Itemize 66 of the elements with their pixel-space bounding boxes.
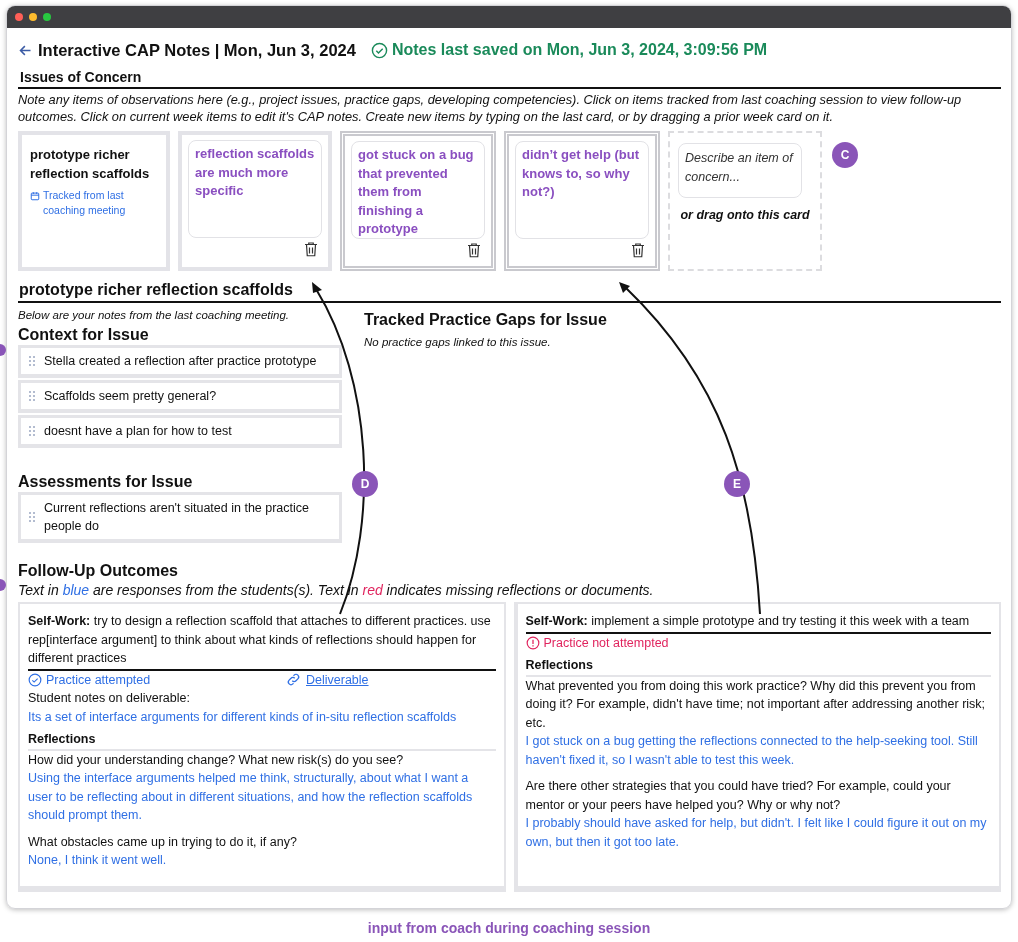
practice-text: Self-Work: implement a simple prototype and try testing it this week with a team bbox=[525, 612, 991, 634]
reflection-question: Are there other strategies that you could have tried? For example, could your mentor or your peers have helped you? Why or why not? bbox=[525, 778, 952, 814]
student-answer: I probably should have asked for help, but didn't. I felt like I could figure it out on my own, but then it got too late. bbox=[525, 815, 988, 851]
student-answer: I got stuck on a bug getting the reflections connected to the help-seeking tool. Still haven't fixed it, so I wasn't able to test this week. bbox=[525, 733, 979, 769]
section-heading: Context for Issue bbox=[18, 326, 150, 344]
save-status: Notes last saved on Mon, Jun 3, 2024, 3:09:56 PM bbox=[391, 41, 768, 59]
note-item[interactable]: Scaffolds seem pretty general? bbox=[18, 380, 342, 413]
note-text: Scaffolds seem pretty general? bbox=[44, 388, 217, 405]
issue-text: reflection scaffolds are much more specific bbox=[188, 140, 322, 238]
issue-card[interactable]: got stuck on a bug that prevented them from finishing a prototype bbox=[340, 131, 496, 271]
note-text: Stella created a reflection after practice prototype bbox=[44, 353, 317, 370]
drag-handle-icon bbox=[26, 509, 38, 525]
note-item[interactable]: doesnt have a plan for how to test bbox=[18, 415, 342, 448]
check-circle-icon bbox=[370, 41, 388, 59]
reflection-question: What prevented you from doing this work practice? Why did this prevent you from doing it? For example, didn't have time; not important after addressing another risk; etc. bbox=[525, 677, 987, 732]
tracked-note-text: Tracked from last coaching meeting bbox=[43, 188, 127, 218]
student-answer: Using the interface arguments helped me think, structurally, about what I want a user to be reflecting about in different situations, and how the reflection scaffolds should prompt them. bbox=[28, 770, 474, 824]
issue-heading: prototype richer reflection scaffolds bbox=[19, 281, 294, 299]
check-circle-icon bbox=[28, 672, 42, 687]
issue-card[interactable]: didn’t get help (but knows to, so why not?) bbox=[504, 131, 660, 271]
section-heading: Assessments for Issue bbox=[18, 473, 194, 491]
issue-card[interactable]: prototype richer reflection scaffolds Tracked from last coaching meeting bbox=[18, 131, 170, 271]
practice-status: Practice attempted bbox=[28, 670, 286, 689]
figure-caption: input from coach during coaching session bbox=[366, 920, 652, 937]
instructions-text: Note any items of observations here (e.g., project issues, practice gaps, developing competencies). Click on items tracked from last coaching session to view follow-up outcomes. Click on current week items to edit it's CAP notes. Create new items by typing on the last card, or by dragging a prior week card on it. bbox=[18, 91, 963, 125]
note-text: Current reflections aren't situated in the practice people do bbox=[44, 500, 311, 535]
drag-hint: or drag onto this card bbox=[679, 207, 811, 224]
drag-handle-icon bbox=[26, 353, 38, 369]
empty-message: No practice gaps linked to this issue. bbox=[364, 336, 552, 348]
issue-text: got stuck on a bug that prevented them from finishing a prototype bbox=[351, 141, 485, 239]
student-notes: Its a set of interface arguments for different kinds of in-situ reflection scaffolds bbox=[28, 708, 458, 726]
issue-card[interactable]: reflection scaffolds are much more specific bbox=[178, 131, 332, 271]
section-heading: Tracked Practice Gaps for Issue bbox=[364, 311, 608, 329]
practice-text: Self-Work: try to design a reflection scaffold that attaches to different practices. use rep[interface argument] to think about what kinds of reflections should happen for different practices bbox=[28, 612, 496, 671]
trash-icon bbox=[302, 240, 320, 258]
practice-status: Practice not attempted bbox=[525, 633, 784, 652]
annotation-badge: D bbox=[352, 471, 378, 497]
annotation-badge: C bbox=[832, 142, 858, 168]
alert-circle-icon bbox=[525, 635, 540, 650]
input-field[interactable]: Describe an item of concern... bbox=[678, 143, 802, 198]
subtitle: Below are your notes from the last coaching meeting. bbox=[18, 309, 291, 321]
reflection-question: What obstacles came up in trying to do it, if any? bbox=[28, 833, 298, 851]
reflections-heading: Reflections bbox=[28, 730, 496, 751]
reflections-heading: Reflections bbox=[525, 656, 991, 677]
issue-title: prototype richer reflection scaffolds bbox=[30, 146, 151, 183]
calendar-icon bbox=[30, 191, 40, 201]
drag-handle-icon bbox=[26, 388, 38, 404]
issue-text: didn’t get help (but knows to, so why not?) bbox=[515, 141, 649, 239]
page-title: Interactive CAP Notes | Mon, Jun 3, 2024 bbox=[38, 40, 356, 60]
badge-marker bbox=[0, 579, 6, 591]
drag-handle-icon bbox=[26, 423, 38, 439]
trash-icon bbox=[465, 241, 483, 259]
student-answer: None, I think it went well. bbox=[28, 852, 168, 869]
link-icon bbox=[286, 672, 301, 688]
badge-marker bbox=[0, 344, 6, 356]
section-heading: Follow-Up Outcomes bbox=[18, 562, 179, 580]
deliverable-link[interactable]: Deliverable bbox=[306, 670, 369, 689]
note-text: doesnt have a plan for how to test bbox=[44, 423, 232, 440]
reflection-question: How did your understanding change? What new risk(s) do you see? bbox=[28, 751, 405, 769]
trash-icon bbox=[629, 241, 647, 259]
notes-label: Student notes on deliverable: bbox=[28, 690, 191, 707]
legend-text: Text in blue are responses from the students(s). Text in red indicates missing reflections or documents. bbox=[18, 582, 655, 598]
note-item[interactable]: Current reflections aren't situated in the practice people do bbox=[18, 492, 342, 543]
section-heading: Issues of Concern bbox=[20, 69, 143, 85]
annotation-badge: E bbox=[724, 471, 750, 497]
note-item[interactable]: Stella created a reflection after practice prototype bbox=[18, 345, 342, 378]
